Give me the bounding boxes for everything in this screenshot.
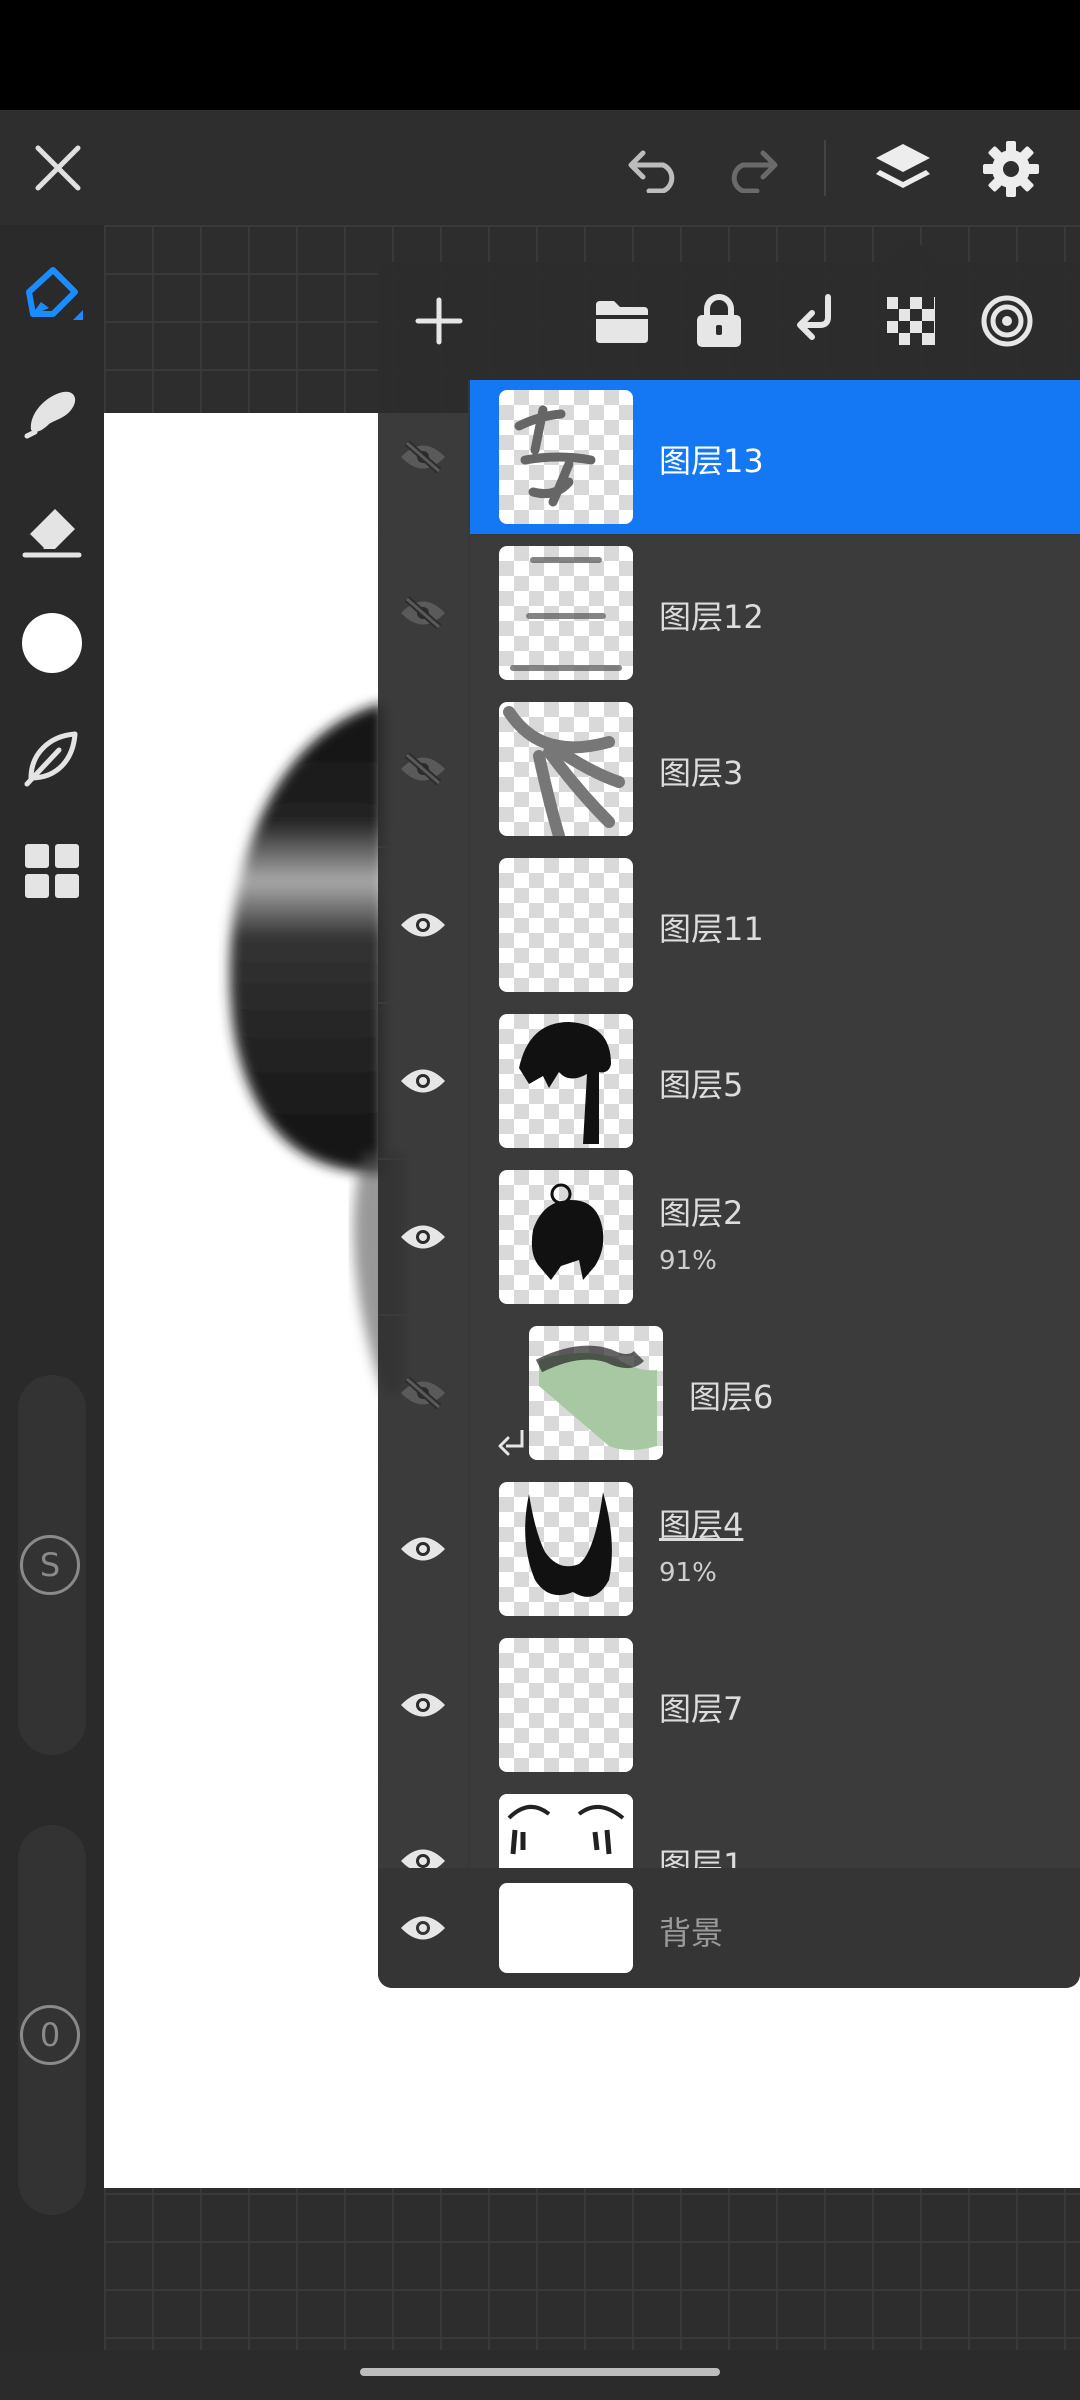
eraser-tool-icon[interactable] <box>12 488 92 568</box>
visible-icon[interactable] <box>378 1628 470 1782</box>
panel-pointer <box>886 236 938 262</box>
status-bar <box>0 0 1080 110</box>
layer-name: 图层6 <box>689 1378 774 1416</box>
layer-thumbnail <box>499 702 633 836</box>
layer-thumbnail <box>499 1170 633 1304</box>
layer-row[interactable]: 图层7 <box>378 1628 1080 1784</box>
layer-thumbnail <box>499 1638 633 1772</box>
visible-icon[interactable] <box>378 1472 470 1626</box>
layer-row[interactable]: 图层13 <box>378 380 1080 536</box>
layer-name: 图层12 <box>659 598 764 636</box>
opacity-slider[interactable]: 0 <box>18 1825 86 2215</box>
hidden-icon[interactable] <box>378 380 470 534</box>
layer-name: 图层2 <box>659 1194 744 1232</box>
layer-name: 图层7 <box>659 1690 744 1728</box>
layer-thumbnail <box>499 390 633 524</box>
layer-panel: 图层13 图层12 图层3 图层11 图层5 图层2 91% 图层6 图层4 91% 图层7 图层1 … <box>378 262 1080 1988</box>
layer-name: 图层3 <box>659 754 744 792</box>
folder-icon[interactable] <box>591 290 653 352</box>
color-picker-icon[interactable] <box>12 603 92 683</box>
layer-thumbnail <box>499 1794 633 1868</box>
layer-row[interactable]: 图层12 <box>378 536 1080 692</box>
visible-icon[interactable] <box>378 1160 470 1314</box>
layer-thumbnail <box>529 1326 663 1460</box>
layer-name: 图层11 <box>659 910 764 948</box>
layers-icon[interactable] <box>868 134 938 204</box>
layer-opacity: 91% <box>659 1558 717 1588</box>
background-layer-row[interactable]: 背景 <box>378 1868 1080 1988</box>
close-icon[interactable] <box>28 138 88 198</box>
hidden-icon[interactable] <box>378 1316 470 1470</box>
left-toolbar: S 0 <box>0 225 104 2350</box>
layer-row[interactable]: 图层6 <box>378 1316 1080 1472</box>
layer-row[interactable]: 图层11 <box>378 848 1080 1004</box>
layer-list[interactable]: 图层13 图层12 图层3 图层11 图层5 图层2 91% 图层6 图层4 91% 图层7 图层1 <box>378 380 1080 1868</box>
pencil-tool-icon[interactable] <box>12 255 92 335</box>
opacity-label: 0 <box>20 2005 80 2065</box>
visible-icon[interactable] <box>378 1784 470 1868</box>
layer-opacity: 91% <box>659 1246 717 1276</box>
background-layer-name: 背景 <box>659 1914 724 1952</box>
layer-name: 图层5 <box>659 1066 744 1104</box>
layer-row[interactable]: 图层3 <box>378 692 1080 848</box>
smudge-tool-icon[interactable] <box>12 373 92 453</box>
clipping-mask-icon <box>496 1426 526 1466</box>
hidden-icon[interactable] <box>378 536 470 690</box>
merge-down-icon[interactable] <box>784 290 846 352</box>
layer-name: 图层13 <box>659 442 764 480</box>
target-icon[interactable] <box>976 290 1038 352</box>
leaf-tool-icon[interactable] <box>12 717 92 797</box>
add-icon[interactable] <box>408 290 470 352</box>
layer-thumbnail <box>499 1014 633 1148</box>
visible-icon[interactable] <box>378 848 470 1002</box>
brush-size-label: S <box>20 1535 80 1595</box>
undo-icon[interactable] <box>622 140 688 196</box>
home-indicator <box>360 2368 720 2376</box>
checker-icon[interactable] <box>880 290 942 352</box>
redo-icon[interactable] <box>718 140 784 196</box>
brush-size-slider[interactable]: S <box>18 1375 86 1755</box>
top-toolbar <box>0 110 1080 225</box>
layer-row[interactable]: 图层1 <box>378 1784 1080 1868</box>
grid-tool-icon[interactable] <box>12 831 92 911</box>
visible-icon[interactable] <box>378 1004 470 1158</box>
background-thumbnail <box>499 1883 633 1973</box>
layer-row[interactable]: 图层2 91% <box>378 1160 1080 1316</box>
layer-thumbnail <box>499 858 633 992</box>
layer-row[interactable]: 图层5 <box>378 1004 1080 1160</box>
layer-thumbnail <box>499 546 633 680</box>
layer-row[interactable]: 图层4 91% <box>378 1472 1080 1628</box>
layer-name: 图层4 <box>659 1506 744 1544</box>
layer-panel-toolbar <box>378 262 1080 380</box>
toolbar-divider <box>824 140 826 196</box>
layer-name: 图层1 <box>659 1846 744 1868</box>
gear-icon[interactable] <box>976 134 1046 204</box>
lock-icon[interactable] <box>688 290 750 352</box>
hidden-icon[interactable] <box>378 692 470 846</box>
visible-icon[interactable] <box>378 1868 468 1988</box>
layer-thumbnail <box>499 1482 633 1616</box>
